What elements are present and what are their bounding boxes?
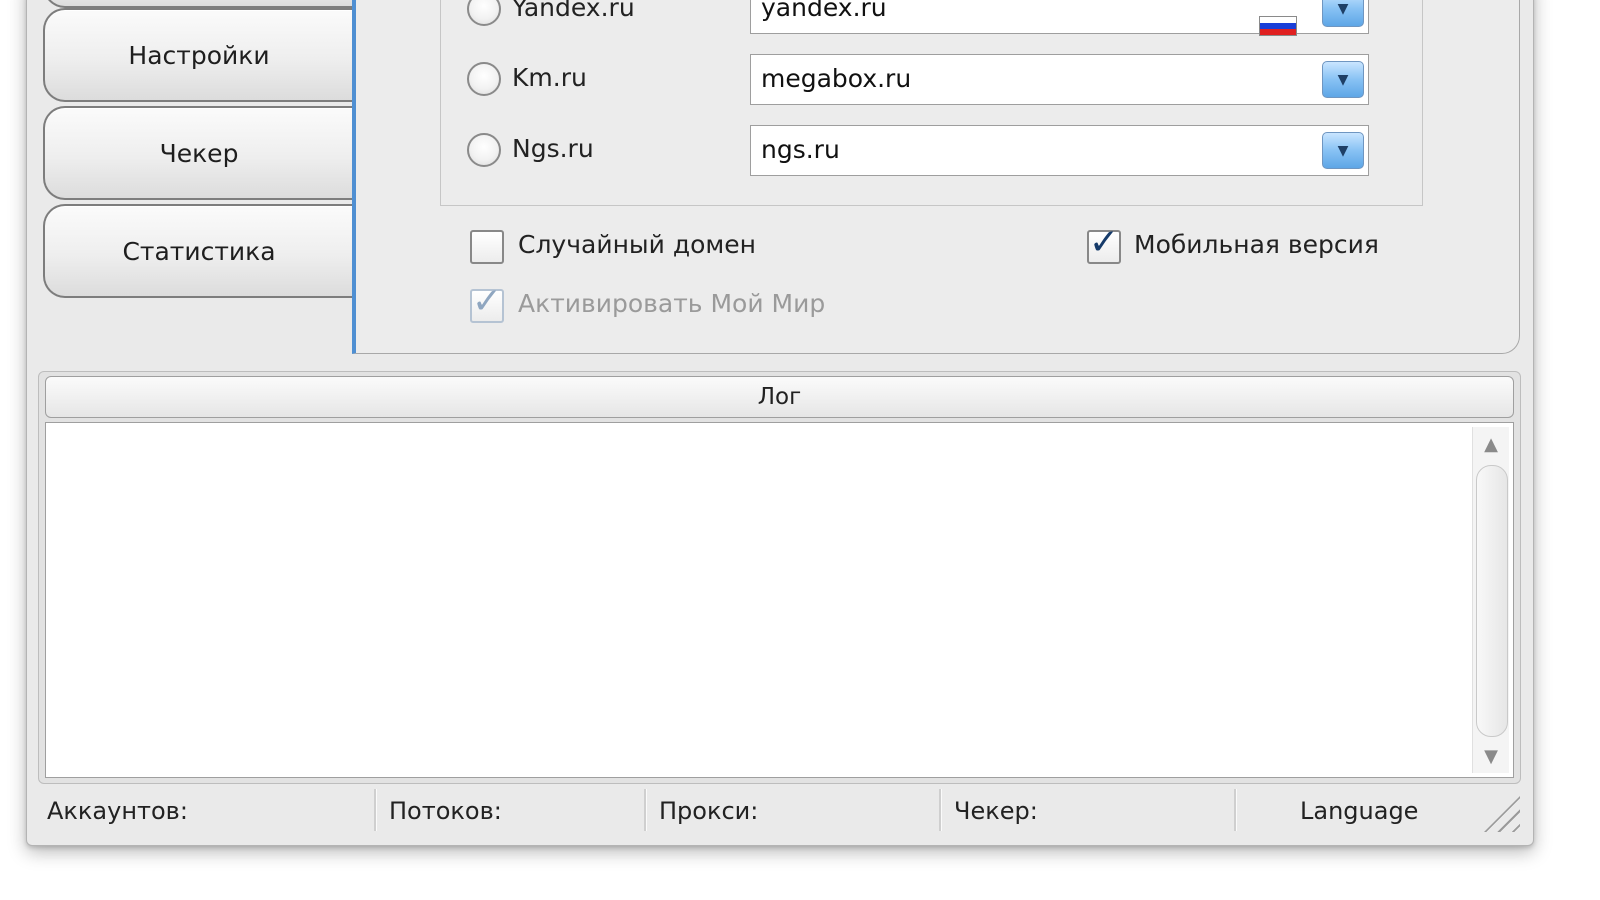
russian-flag-icon[interactable] (1259, 16, 1297, 36)
status-accounts: Аккаунтов: (47, 797, 188, 825)
status-threads: Потоков: (389, 797, 502, 825)
sidebar-item-settings[interactable]: Настройки (43, 8, 353, 102)
status-proxy: Прокси: (659, 797, 759, 825)
mobile-version-checkbox[interactable]: ✓ (1087, 225, 1121, 264)
log-header[interactable]: Лог (45, 376, 1514, 418)
radio-label-ngs: Ngs.ru (512, 134, 594, 163)
scroll-down-icon[interactable]: ▼ (1473, 739, 1509, 773)
status-divider (939, 789, 942, 831)
activate-my-world-label: Активировать Мой Мир (518, 289, 826, 318)
random-domain-label: Случайный домен (518, 230, 757, 259)
checkmark-icon: ✓ (1088, 222, 1120, 263)
chevron-down-icon[interactable]: ▼ (1322, 0, 1364, 27)
random-domain-checkbox[interactable] (470, 230, 504, 264)
log-textarea[interactable]: ▲ ▼ (45, 422, 1514, 778)
domain-select-ngs[interactable]: ngs.ru ▼ (750, 125, 1369, 176)
domain-select-value: megabox.ru (761, 64, 912, 93)
radio-km[interactable] (467, 62, 501, 96)
log-scrollbar[interactable]: ▲ ▼ (1472, 427, 1509, 773)
log-title: Лог (757, 384, 802, 410)
domain-select-value: yandex.ru (761, 0, 887, 22)
mobile-version-label: Мобильная версия (1134, 230, 1379, 259)
sidebar-item-label: Статистика (122, 236, 276, 266)
activate-my-world-checkbox[interactable]: ✓ (470, 284, 504, 323)
chevron-down-icon[interactable]: ▼ (1322, 61, 1364, 98)
status-checker: Чекер: (954, 797, 1038, 825)
language-button[interactable]: Language (1300, 797, 1418, 825)
sidebar-item-checker[interactable]: Чекер (43, 106, 353, 200)
chevron-down-icon[interactable]: ▼ (1322, 132, 1364, 169)
status-divider (374, 789, 377, 831)
checkmark-icon: ✓ (471, 281, 503, 322)
sidebar-item-partial[interactable] (43, 0, 353, 8)
scroll-thumb[interactable] (1476, 465, 1508, 737)
radio-label-yandex: Yandex.ru (512, 0, 635, 22)
status-divider (644, 789, 647, 831)
domain-select-km[interactable]: megabox.ru ▼ (750, 54, 1369, 105)
sidebar-item-label: Чекер (159, 138, 239, 168)
domain-select-value: ngs.ru (761, 135, 840, 164)
sidebar-item-statistics[interactable]: Статистика (43, 204, 353, 298)
status-divider (1234, 789, 1237, 831)
radio-ngs[interactable] (467, 133, 501, 167)
radio-label-km: Km.ru (512, 63, 587, 92)
scroll-up-icon[interactable]: ▲ (1473, 427, 1509, 461)
sidebar-item-label: Настройки (128, 40, 270, 70)
